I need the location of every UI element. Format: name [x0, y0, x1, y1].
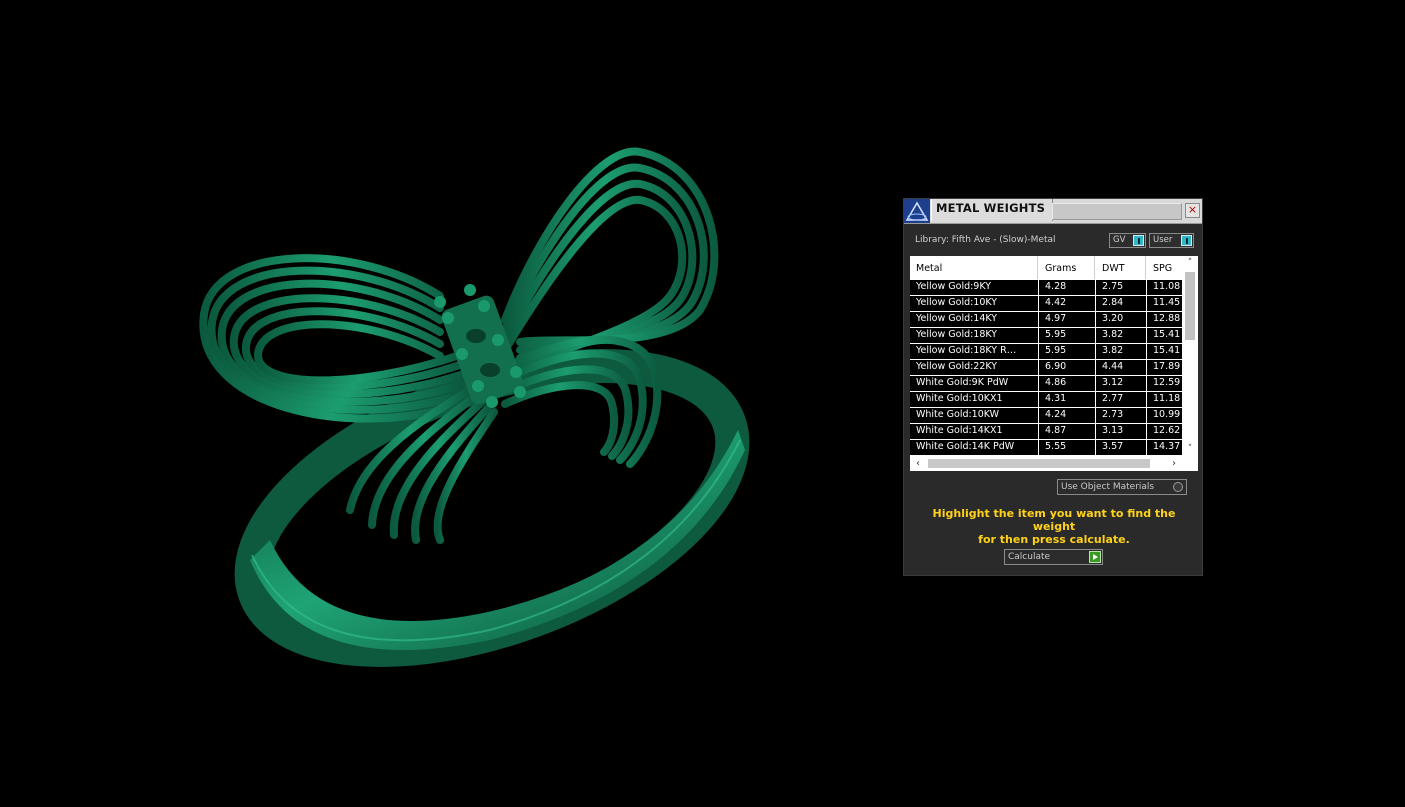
cell-spg: 12.59 — [1147, 376, 1182, 391]
ring-model — [199, 147, 750, 667]
metal-table: Metal Grams DWT SPG Yellow Gold:9KY 4.28… — [910, 256, 1198, 471]
table-row[interactable]: Yellow Gold:9KY 4.28 2.75 11.08 — [910, 280, 1182, 295]
cell-metal: White Gold:14KX1 — [910, 424, 1038, 439]
cell-grams: 5.55 — [1039, 440, 1095, 455]
cell-metal: White Gold:10KX1 — [910, 392, 1038, 407]
table-row[interactable]: White Gold:9K PdW 4.86 3.12 12.59 — [910, 376, 1182, 391]
table-row[interactable]: White Gold:14KX1 4.87 3.13 12.62 — [910, 424, 1182, 439]
dropdown-arrow-icon — [1181, 235, 1192, 246]
table-row[interactable]: White Gold:14K PdW 5.55 3.57 14.37 — [910, 440, 1182, 455]
cell-metal: Yellow Gold:14KY — [910, 312, 1038, 327]
horizontal-scrollbar[interactable]: ‹ › — [910, 456, 1198, 471]
cell-spg: 12.88 — [1147, 312, 1182, 327]
use-object-materials-label: Use Object Materials — [1061, 482, 1155, 492]
cell-dwt: 4.44 — [1096, 360, 1146, 375]
vertical-scroll-thumb[interactable] — [1185, 272, 1195, 340]
cell-metal: Yellow Gold:22KY — [910, 360, 1038, 375]
cell-grams: 6.90 — [1039, 360, 1095, 375]
gv-select[interactable]: GV — [1109, 233, 1146, 248]
library-label: Library: Fifth Ave - (Slow)-Metal — [915, 235, 1056, 245]
scroll-up-icon[interactable]: ˄ — [1182, 256, 1198, 270]
dropdown-arrow-icon — [1133, 235, 1144, 246]
cell-dwt: 3.82 — [1096, 328, 1146, 343]
cell-metal: Yellow Gold:10KY — [910, 296, 1038, 311]
play-arrow-icon — [1089, 551, 1101, 563]
cell-grams: 4.24 — [1039, 408, 1095, 423]
vertical-scrollbar[interactable]: ˄ ˅ — [1182, 256, 1198, 456]
title-drag-handle[interactable] — [1052, 203, 1182, 220]
cell-dwt: 2.73 — [1096, 408, 1146, 423]
cell-spg: 14.37 — [1147, 440, 1182, 455]
table-row[interactable]: Yellow Gold:10KY 4.42 2.84 11.45 — [910, 296, 1182, 311]
column-header-grams[interactable]: Grams — [1039, 256, 1095, 279]
scroll-down-icon[interactable]: ˅ — [1182, 442, 1198, 456]
panel-title-tab: METAL WEIGHTS — [931, 199, 1053, 221]
column-header-spg[interactable]: SPG — [1147, 256, 1182, 279]
cell-grams: 4.31 — [1039, 392, 1095, 407]
cell-metal: White Gold:9K PdW — [910, 376, 1038, 391]
cell-spg: 10.99 — [1147, 408, 1182, 423]
metal-weights-panel: METAL WEIGHTS × Library: Fifth Ave - (Sl… — [903, 198, 1203, 576]
panel-title: METAL WEIGHTS — [936, 201, 1046, 215]
calculate-button[interactable]: Calculate — [1004, 549, 1103, 565]
radio-icon — [1173, 482, 1183, 492]
use-object-materials-toggle[interactable]: Use Object Materials — [1057, 479, 1187, 495]
user-select[interactable]: User — [1149, 233, 1194, 248]
cell-metal: White Gold:14K PdW — [910, 440, 1038, 455]
instruction-text: Highlight the item you want to find the … — [914, 507, 1194, 546]
cell-metal: Yellow Gold:18KY — [910, 328, 1038, 343]
cell-grams: 4.86 — [1039, 376, 1095, 391]
horizontal-scroll-thumb[interactable] — [928, 459, 1150, 468]
cell-metal: Yellow Gold:18KY R… — [910, 344, 1038, 359]
cell-dwt: 3.13 — [1096, 424, 1146, 439]
cell-spg: 15.41 — [1147, 344, 1182, 359]
cell-dwt: 3.57 — [1096, 440, 1146, 455]
cell-dwt: 2.75 — [1096, 280, 1146, 295]
cell-grams: 4.28 — [1039, 280, 1095, 295]
table-row[interactable]: White Gold:10KX1 4.31 2.77 11.18 — [910, 392, 1182, 407]
cell-metal: Yellow Gold:9KY — [910, 280, 1038, 295]
table-row[interactable]: Yellow Gold:22KY 6.90 4.44 17.89 — [910, 360, 1182, 375]
scroll-left-icon[interactable]: ‹ — [910, 456, 926, 471]
table-row[interactable]: Yellow Gold:14KY 4.97 3.20 12.88 — [910, 312, 1182, 327]
cell-dwt: 3.12 — [1096, 376, 1146, 391]
app-logo-icon — [904, 199, 930, 223]
instruction-line-1: Highlight the item you want to find the … — [932, 507, 1176, 533]
calculate-label: Calculate — [1008, 552, 1051, 562]
table-body: Yellow Gold:9KY 4.28 2.75 11.08 Yellow G… — [910, 280, 1182, 456]
panel-titlebar[interactable]: METAL WEIGHTS × — [904, 199, 1202, 224]
cell-spg: 11.45 — [1147, 296, 1182, 311]
instruction-line-2: for then press calculate. — [978, 533, 1130, 546]
column-header-metal[interactable]: Metal — [910, 256, 1038, 279]
scroll-right-icon[interactable]: › — [1166, 456, 1182, 471]
table-row[interactable]: Yellow Gold:18KY 5.95 3.82 15.41 — [910, 328, 1182, 343]
cell-spg: 11.18 — [1147, 392, 1182, 407]
cell-grams: 4.87 — [1039, 424, 1095, 439]
cell-dwt: 2.84 — [1096, 296, 1146, 311]
cell-dwt: 3.82 — [1096, 344, 1146, 359]
table-row[interactable]: White Gold:10KW 4.24 2.73 10.99 — [910, 408, 1182, 423]
cell-dwt: 2.77 — [1096, 392, 1146, 407]
table-row[interactable]: Yellow Gold:18KY R… 5.95 3.82 15.41 — [910, 344, 1182, 359]
close-button[interactable]: × — [1185, 203, 1200, 218]
column-header-dwt[interactable]: DWT — [1096, 256, 1146, 279]
cell-spg: 17.89 — [1147, 360, 1182, 375]
gv-select-value: GV — [1113, 235, 1126, 245]
cell-grams: 5.95 — [1039, 328, 1095, 343]
cell-spg: 12.62 — [1147, 424, 1182, 439]
cell-spg: 15.41 — [1147, 328, 1182, 343]
cell-metal: White Gold:10KW — [910, 408, 1038, 423]
cell-spg: 11.08 — [1147, 280, 1182, 295]
cell-dwt: 3.20 — [1096, 312, 1146, 327]
cell-grams: 5.95 — [1039, 344, 1095, 359]
cell-grams: 4.42 — [1039, 296, 1095, 311]
table-header: Metal Grams DWT SPG — [910, 256, 1182, 279]
cell-grams: 4.97 — [1039, 312, 1095, 327]
user-select-value: User — [1153, 235, 1173, 245]
